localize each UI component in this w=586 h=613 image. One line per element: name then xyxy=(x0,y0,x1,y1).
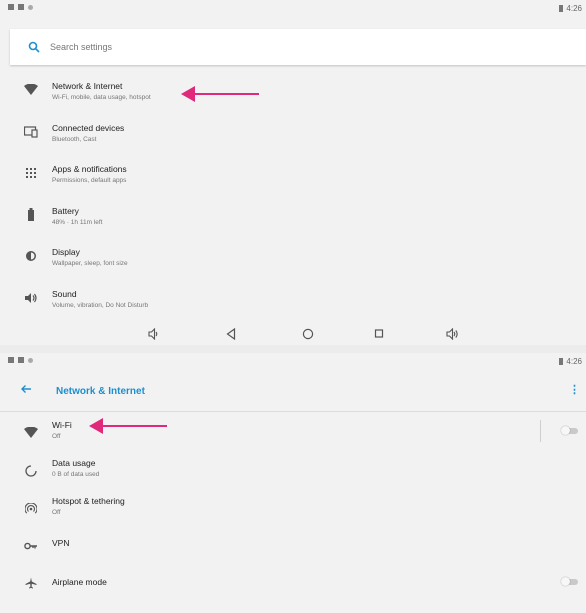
settings-item-subtitle: Wallpaper, sleep, font size xyxy=(52,260,128,267)
airplane-mode-toggle[interactable] xyxy=(561,577,578,586)
network-item-title: Data usage xyxy=(52,458,96,468)
settings-item-subtitle: Wi-Fi, mobile, data usage, hotspot xyxy=(52,94,151,101)
data-usage-icon xyxy=(22,462,40,480)
network-item-data-usage[interactable]: Data usage 0 B of data used xyxy=(0,450,586,488)
settings-item-title: Display xyxy=(52,247,80,257)
settings-item-connected-devices[interactable]: Connected devices Bluetooth, Cast xyxy=(0,112,586,154)
volume-down-icon[interactable] xyxy=(148,327,160,343)
settings-item-subtitle: Permissions, default apps xyxy=(52,177,127,184)
devices-icon xyxy=(22,123,40,141)
settings-item-title: Sound xyxy=(52,288,77,299)
battery-status-icon xyxy=(559,5,564,12)
brightness-icon xyxy=(22,247,40,265)
network-item-title: Airplane mode xyxy=(52,577,107,587)
network-item-subtitle: Off xyxy=(52,509,61,516)
settings-item-title: Connected devices xyxy=(52,122,125,133)
settings-item-title: Network & Internet xyxy=(52,81,123,91)
annotation-arrow xyxy=(89,418,167,434)
settings-item-sound[interactable]: Sound Volume, vibration, Do Not Disturb xyxy=(0,278,586,320)
settings-item-title: Battery xyxy=(52,205,79,216)
network-internet-screen: 4:26 Network & Internet ⋮ Wi-Fi Off Data… xyxy=(0,353,586,613)
network-item-title: Wi-Fi xyxy=(52,420,72,430)
notification-icon xyxy=(18,4,24,10)
notification-icon xyxy=(18,357,24,363)
status-bar: 4:26 xyxy=(0,353,586,371)
status-bar: 4:26 xyxy=(0,0,586,18)
wifi-icon xyxy=(22,424,40,442)
airplane-icon xyxy=(22,574,40,592)
wifi-toggle[interactable] xyxy=(561,426,578,435)
volume-icon xyxy=(22,289,40,307)
recents-nav-icon[interactable] xyxy=(374,328,384,343)
more-options-icon[interactable]: ⋮ xyxy=(569,383,580,396)
search-placeholder[interactable]: Search settings xyxy=(50,42,112,52)
network-item-title: VPN xyxy=(52,538,70,548)
hotspot-icon xyxy=(22,500,40,518)
notification-icon xyxy=(8,4,14,10)
notification-icons xyxy=(8,357,33,363)
settings-item-display[interactable]: Display Wallpaper, sleep, font size xyxy=(0,236,586,278)
network-item-subtitle: 0 B of data used xyxy=(52,471,100,478)
app-bar: Network & Internet ⋮ xyxy=(0,371,586,412)
settings-list: Network & Internet Wi-Fi, mobile, data u… xyxy=(0,70,586,319)
search-icon[interactable] xyxy=(28,40,42,54)
settings-screen: 4:26 Search settings Network & Internet … xyxy=(0,0,586,345)
wifi-icon xyxy=(22,81,40,99)
network-item-hotspot[interactable]: Hotspot & tethering Off xyxy=(0,488,586,526)
settings-item-battery[interactable]: Battery 48% · 1h 11m left xyxy=(0,195,586,237)
settings-item-apps[interactable]: Apps & notifications Permissions, defaul… xyxy=(0,153,586,195)
search-bar[interactable]: Search settings xyxy=(10,29,586,65)
notification-icon xyxy=(28,4,33,10)
volume-up-icon[interactable] xyxy=(446,327,460,343)
navigation-bar xyxy=(0,327,586,345)
settings-item-title: Apps & notifications xyxy=(52,164,127,174)
divider xyxy=(540,420,541,442)
network-item-title: Hotspot & tethering xyxy=(52,496,125,506)
page-title: Network & Internet xyxy=(56,386,145,397)
annotation-arrow xyxy=(181,86,259,102)
settings-item-subtitle: Bluetooth, Cast xyxy=(52,135,97,143)
network-item-airplane[interactable]: Airplane mode xyxy=(0,564,586,602)
vpn-key-icon xyxy=(22,537,40,555)
settings-item-subtitle: Volume, vibration, Do Not Disturb xyxy=(52,301,149,309)
battery-status-icon xyxy=(559,358,564,365)
battery-icon xyxy=(22,206,40,224)
status-time: 4:26 xyxy=(566,4,582,13)
network-list: Wi-Fi Off Data usage 0 B of data used Ho… xyxy=(0,412,586,602)
network-item-vpn[interactable]: VPN xyxy=(0,526,586,564)
back-arrow-icon[interactable] xyxy=(20,383,32,397)
network-item-subtitle: Off xyxy=(52,433,61,440)
home-nav-icon[interactable] xyxy=(302,328,314,343)
apps-icon xyxy=(22,164,40,182)
network-item-wifi[interactable]: Wi-Fi Off xyxy=(0,412,586,450)
status-time: 4:26 xyxy=(566,357,582,366)
notification-icon xyxy=(28,357,33,363)
notification-icons xyxy=(8,4,33,10)
notification-icon xyxy=(8,357,14,363)
back-nav-icon[interactable] xyxy=(226,327,236,343)
settings-item-network[interactable]: Network & Internet Wi-Fi, mobile, data u… xyxy=(0,70,586,112)
settings-item-subtitle: 48% · 1h 11m left xyxy=(52,218,103,226)
